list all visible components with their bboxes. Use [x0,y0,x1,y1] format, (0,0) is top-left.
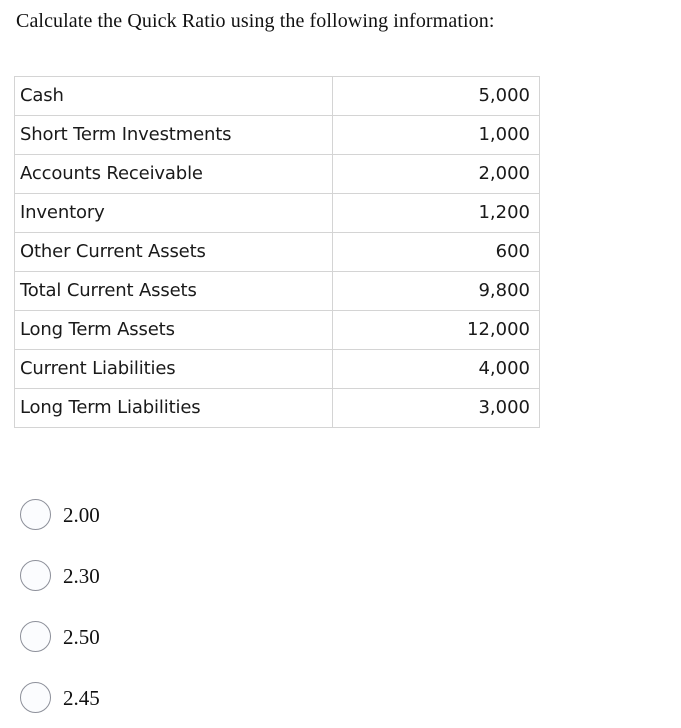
answer-option-3[interactable]: 2.50 [0,606,400,667]
radio-button-icon[interactable] [20,621,51,652]
financial-data-table: Cash 5,000 Short Term Investments 1,000 … [14,76,540,428]
radio-button-icon[interactable] [20,682,51,713]
table-cell-label: Long Term Assets [14,310,333,350]
table-cell-label: Cash [14,76,333,116]
radio-button-icon[interactable] [20,499,51,530]
table-cell-label: Accounts Receivable [14,154,333,194]
table-cell-label: Total Current Assets [14,271,333,311]
table-row: Long Term Assets 12,000 [14,310,540,350]
table-cell-value: 1,200 [332,193,540,233]
table-cell-value: 600 [332,232,540,272]
table: Cash 5,000 Short Term Investments 1,000 … [14,76,540,428]
table-cell-value: 3,000 [332,388,540,428]
answer-options-list: 2.00 2.30 2.50 2.45 [0,484,400,728]
table-row: Inventory 1,200 [14,193,540,233]
answer-option-label: 2.50 [63,624,100,649]
table-cell-label: Inventory [14,193,333,233]
table-cell-label: Other Current Assets [14,232,333,272]
table-cell-value: 5,000 [332,76,540,116]
table-cell-value: 4,000 [332,349,540,389]
radio-button-icon[interactable] [20,560,51,591]
table-row: Long Term Liabilities 3,000 [14,388,540,428]
answer-option-label: 2.45 [63,685,100,710]
table-cell-value: 12,000 [332,310,540,350]
answer-option-4[interactable]: 2.45 [0,667,400,728]
table-body: Cash 5,000 Short Term Investments 1,000 … [14,76,540,428]
question-prompt: Calculate the Quick Ratio using the foll… [16,10,495,32]
table-cell-label: Short Term Investments [14,115,333,155]
table-cell-value: 1,000 [332,115,540,155]
table-row: Cash 5,000 [14,76,540,116]
table-cell-label: Long Term Liabilities [14,388,333,428]
answer-option-label: 2.00 [63,502,100,527]
answer-option-1[interactable]: 2.00 [0,484,400,545]
table-cell-value: 2,000 [332,154,540,194]
table-row: Other Current Assets 600 [14,232,540,272]
answer-option-label: 2.30 [63,563,100,588]
table-row: Current Liabilities 4,000 [14,349,540,389]
answer-option-2[interactable]: 2.30 [0,545,400,606]
table-cell-value: 9,800 [332,271,540,311]
table-row: Total Current Assets 9,800 [14,271,540,311]
table-row: Accounts Receivable 2,000 [14,154,540,194]
table-row: Short Term Investments 1,000 [14,115,540,155]
table-cell-label: Current Liabilities [14,349,333,389]
